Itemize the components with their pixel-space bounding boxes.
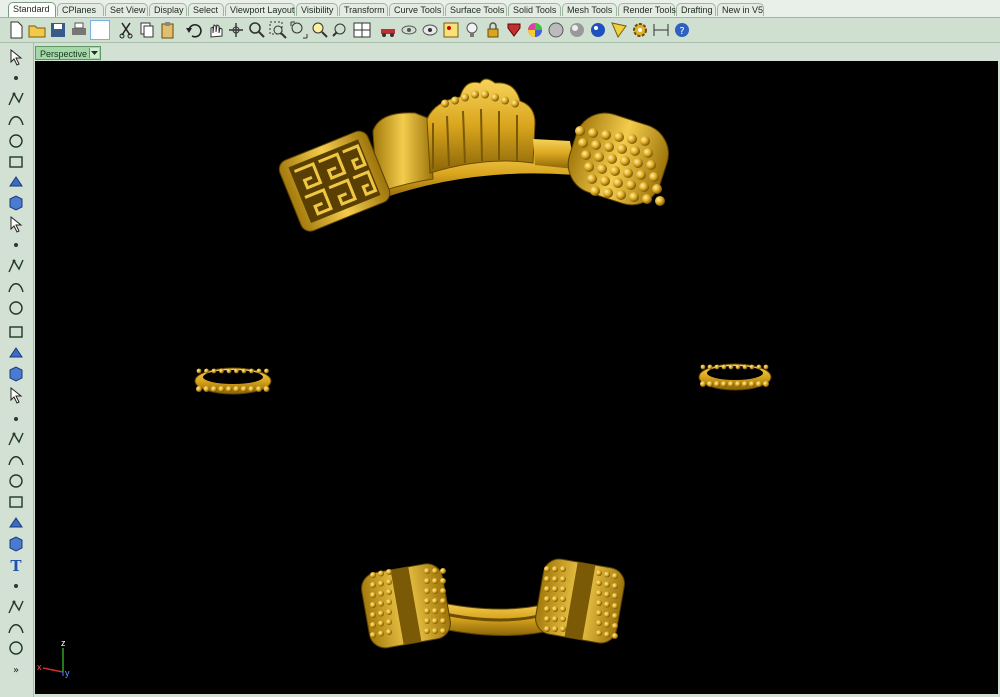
svg-text:?: ?: [679, 26, 684, 37]
standard-toolbar: ?: [0, 18, 1000, 43]
undo-icon[interactable]: [184, 20, 204, 40]
right-small-ring-model: [698, 363, 772, 391]
snap-grid-icon[interactable]: [6, 597, 26, 617]
four-viewports-icon[interactable]: [352, 20, 372, 40]
polyline-icon[interactable]: [6, 89, 26, 109]
tab-surface-tools[interactable]: Surface Tools: [445, 3, 507, 16]
highlight-icon[interactable]: [609, 20, 629, 40]
paste-icon[interactable]: [158, 20, 178, 40]
tab-set-view[interactable]: Set View: [105, 3, 148, 16]
bottom-bracelet-model: [361, 558, 625, 649]
ellipse-icon[interactable]: [6, 152, 26, 172]
zoom-window-icon[interactable]: [268, 20, 288, 40]
perspective-viewport[interactable]: z x y: [35, 61, 998, 694]
render-box-icon[interactable]: [6, 638, 26, 658]
dimension-tool-icon[interactable]: [6, 576, 26, 596]
axis-x-label: x: [37, 662, 42, 672]
select-arrow-icon[interactable]: [6, 47, 26, 67]
render-sphere-icon[interactable]: [546, 20, 566, 40]
top-ring-model: [278, 78, 669, 232]
surface-corner-icon[interactable]: [6, 256, 26, 276]
trim-icon[interactable]: [6, 450, 26, 470]
tab-viewport-layout[interactable]: Viewport Layout: [225, 3, 295, 16]
print-icon[interactable]: [69, 20, 89, 40]
sweep-icon[interactable]: [6, 277, 26, 297]
new-file-icon[interactable]: [6, 20, 26, 40]
pan-hand-icon[interactable]: [205, 20, 225, 40]
more-tools-icon[interactable]: »: [6, 659, 26, 679]
viewport-tab-perspective[interactable]: Perspective: [35, 46, 101, 60]
help-icon[interactable]: ?: [672, 20, 692, 40]
light-bulb-icon[interactable]: [462, 20, 482, 40]
array-icon[interactable]: [6, 492, 26, 512]
point-icon[interactable]: [6, 68, 26, 88]
boolean-icon[interactable]: [6, 409, 26, 429]
mesh-icon[interactable]: [6, 364, 26, 384]
toolbar-tab-bar: Standard CPlanes Set View Display Select View…: [0, 0, 1000, 18]
polygon-icon[interactable]: [6, 172, 26, 192]
zoom-icon[interactable]: [247, 20, 267, 40]
tab-mesh-tools[interactable]: Mesh Tools: [562, 3, 617, 16]
car-object-icon[interactable]: [378, 20, 398, 40]
box-solid-icon[interactable]: [6, 298, 26, 318]
zoom-extents-icon[interactable]: [289, 20, 309, 40]
group-icon[interactable]: [6, 471, 26, 491]
grid-snap-icon[interactable]: [441, 20, 461, 40]
color-wheel-icon[interactable]: [525, 20, 545, 40]
axis-y-label: y: [65, 668, 70, 678]
viewport-title: Perspective: [40, 49, 88, 59]
ring-model-scene: [194, 78, 772, 649]
open-folder-icon[interactable]: [27, 20, 47, 40]
tab-cplanes[interactable]: CPlanes: [57, 3, 104, 16]
move-icon[interactable]: [6, 513, 26, 533]
blank-select-icon[interactable]: [90, 20, 110, 40]
text-tool-icon[interactable]: T: [6, 555, 26, 575]
tab-standard[interactable]: Standard: [8, 2, 56, 17]
dimension-icon[interactable]: [651, 20, 671, 40]
main-side-toolbar: T»: [0, 43, 34, 697]
world-axis-indicator: z x y: [35, 636, 85, 686]
show-objects-icon[interactable]: [420, 20, 440, 40]
lock-icon[interactable]: [483, 20, 503, 40]
undo-view-icon[interactable]: [331, 20, 351, 40]
tab-select[interactable]: Select: [188, 3, 224, 16]
scale-icon[interactable]: [6, 534, 26, 554]
curve-icon[interactable]: [6, 110, 26, 130]
material-sphere-icon[interactable]: [588, 20, 608, 40]
tab-drafting[interactable]: Drafting: [676, 3, 716, 16]
arc-icon[interactable]: [6, 214, 26, 234]
copy-icon[interactable]: [137, 20, 157, 40]
tab-curve-tools[interactable]: Curve Tools: [389, 3, 444, 16]
cylinder-solid-icon[interactable]: [6, 343, 26, 363]
rendered-sphere-icon[interactable]: [567, 20, 587, 40]
split-icon[interactable]: [6, 429, 26, 449]
options-gear-icon[interactable]: [630, 20, 650, 40]
tab-solid-tools[interactable]: Solid Tools: [508, 3, 561, 16]
svg-text:T: T: [10, 557, 22, 575]
tab-transform[interactable]: Transform: [339, 3, 388, 16]
hide-objects-icon[interactable]: [399, 20, 419, 40]
fillet-icon[interactable]: [6, 235, 26, 255]
tab-new-in-v5[interactable]: New in V5: [717, 3, 764, 16]
tab-visibility[interactable]: Visibility: [296, 3, 338, 16]
sphere-solid-icon[interactable]: [6, 322, 26, 342]
tab-display[interactable]: Display: [149, 3, 187, 16]
viewport-menu-arrow-icon[interactable]: [89, 48, 99, 58]
axis-z-label: z: [61, 638, 66, 648]
layer-palette-icon[interactable]: [504, 20, 524, 40]
point-editing-icon[interactable]: [6, 385, 26, 405]
circle-icon[interactable]: [6, 131, 26, 151]
mirror-tool-icon[interactable]: [6, 618, 26, 638]
zoom-selected-icon[interactable]: [310, 20, 330, 40]
left-small-ring-model: [194, 367, 272, 395]
save-icon[interactable]: [48, 20, 68, 40]
tab-render-tools[interactable]: Render Tools: [618, 3, 676, 16]
rectangle-icon[interactable]: [6, 193, 26, 213]
svg-text:»: »: [13, 665, 19, 676]
cut-icon[interactable]: [116, 20, 136, 40]
rotate-view-icon[interactable]: [226, 20, 246, 40]
